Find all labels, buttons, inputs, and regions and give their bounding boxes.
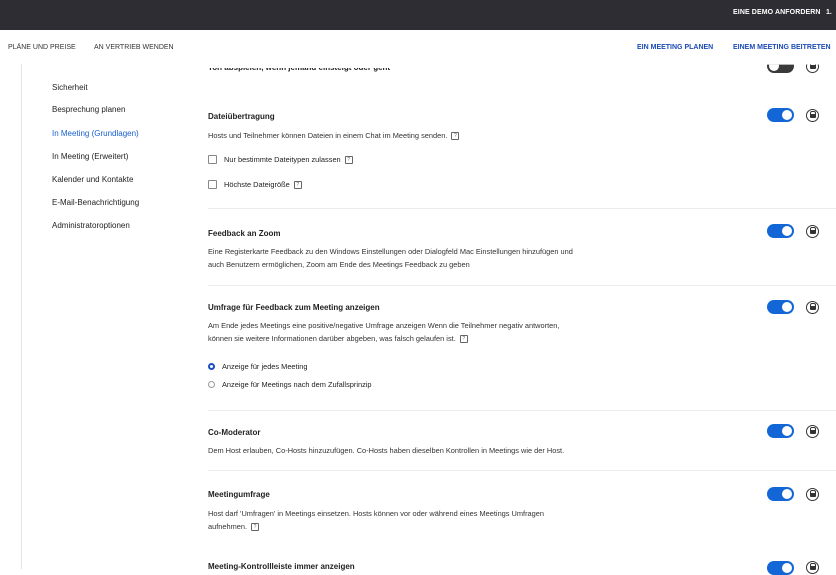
survey-every-meeting-label: Anzeige für jedes Meeting: [222, 362, 308, 371]
top-bar: EINE DEMO ANFORDERN 1.: [0, 0, 836, 30]
lock-icon[interactable]: [806, 425, 819, 438]
survey-desc-line1: Am Ende jedes Meetings eine positive/neg…: [208, 321, 560, 330]
polling-description: Host darf 'Umfragen' in Meetings einsetz…: [208, 507, 638, 533]
file-type-option[interactable]: Nur bestimmte Dateitypen zulassen?: [208, 155, 353, 164]
sidebar-item-schedule[interactable]: Besprechung planen: [52, 105, 125, 114]
feedback-desc-line2: auch Benutzern ermöglichen, Zoom am Ende…: [208, 260, 470, 269]
feedback-toggle[interactable]: [767, 224, 794, 238]
sidebar-divider: [21, 64, 22, 569]
max-file-size-checkbox[interactable]: [208, 180, 217, 189]
survey-description: Am Ende jedes Meetings eine positive/neg…: [208, 319, 638, 345]
survey-random-option[interactable]: Anzeige für Meetings nach dem Zufallspri…: [208, 380, 372, 389]
lock-icon[interactable]: [806, 488, 819, 501]
lock-icon[interactable]: [806, 561, 819, 574]
file-transfer-toggle[interactable]: [767, 108, 794, 122]
lock-icon[interactable]: [806, 109, 819, 122]
feedback-title: Feedback an Zoom: [208, 229, 281, 238]
co-host-toggle[interactable]: [767, 424, 794, 438]
section-divider: [208, 470, 836, 471]
max-file-size-option[interactable]: Höchste Dateigröße?: [208, 180, 302, 189]
file-transfer-title: Dateiübertragung: [208, 112, 275, 121]
max-file-size-label: Höchste Dateigröße: [224, 180, 290, 189]
co-host-description: Dem Host erlauben, Co-Hosts hinzuzufügen…: [208, 444, 668, 457]
feedback-desc-line1: Eine Registerkarte Feedback zu den Windo…: [208, 247, 573, 256]
next-setting-title: Meeting-Kontrollleiste immer anzeigen: [208, 562, 355, 571]
lock-icon[interactable]: [806, 301, 819, 314]
info-icon[interactable]: ?: [451, 132, 460, 141]
main-nav: PLÄNE UND PREISE AN VERTRIEB WENDEN EIN …: [0, 30, 836, 64]
survey-desc-line2: können sie weitere Informationen darüber…: [208, 334, 456, 343]
survey-random-label: Anzeige für Meetings nach dem Zufallspri…: [222, 380, 372, 389]
info-icon[interactable]: ?: [459, 335, 468, 344]
previous-setting-title: Ton abspielen, wenn jemand einsteigt ode…: [208, 63, 391, 72]
nav-join-meeting[interactable]: EINEM MEETING BEITRETEN: [733, 44, 831, 51]
survey-title: Umfrage für Feedback zum Meeting anzeige…: [208, 303, 380, 312]
section-divider: [208, 410, 836, 411]
polling-title: Meetingumfrage: [208, 490, 270, 499]
sidebar-item-admin[interactable]: Administratoroptionen: [52, 221, 130, 230]
radio-every-meeting[interactable]: [208, 363, 215, 370]
nav-contact-sales[interactable]: AN VERTRIEB WENDEN: [94, 44, 174, 51]
feedback-description: Eine Registerkarte Feedback zu den Windo…: [208, 245, 638, 271]
co-host-title: Co-Moderator: [208, 428, 261, 437]
section-divider: [208, 285, 836, 286]
polling-toggle[interactable]: [767, 487, 794, 501]
info-icon[interactable]: ?: [251, 523, 260, 532]
survey-every-meeting-option[interactable]: Anzeige für jedes Meeting: [208, 362, 307, 371]
info-icon[interactable]: ?: [344, 155, 353, 164]
phone-number: 1.: [826, 9, 832, 16]
request-demo-link[interactable]: EINE DEMO ANFORDERN: [733, 9, 821, 16]
file-transfer-desc-text: Hosts und Teilnehmer können Dateien in e…: [208, 131, 448, 140]
sidebar-item-in-meeting-advanced[interactable]: In Meeting (Erweitert): [52, 152, 128, 161]
file-transfer-description: Hosts und Teilnehmer können Dateien in e…: [208, 129, 638, 142]
sidebar-item-calendar[interactable]: Kalender und Kontakte: [52, 175, 133, 184]
survey-toggle[interactable]: [767, 300, 794, 314]
lock-icon[interactable]: [806, 225, 819, 238]
sidebar-item-email[interactable]: E-Mail-Benachrichtigung: [52, 198, 139, 207]
polling-desc-line1: Host darf 'Umfragen' in Meetings einsetz…: [208, 509, 544, 518]
file-type-label: Nur bestimmte Dateitypen zulassen: [224, 155, 341, 164]
nav-plans-pricing[interactable]: PLÄNE UND PREISE: [8, 44, 76, 51]
nav-schedule-meeting[interactable]: EIN MEETING PLANEN: [637, 44, 713, 51]
co-host-desc-text: Dem Host erlauben, Co-Hosts hinzuzufügen…: [208, 446, 565, 455]
next-setting-toggle[interactable]: [767, 561, 794, 575]
polling-desc-line2: aufnehmen.: [208, 522, 248, 531]
sidebar-item-in-meeting-basic[interactable]: In Meeting (Grundlagen): [52, 129, 139, 138]
section-divider: [208, 208, 836, 209]
radio-random[interactable]: [208, 381, 215, 388]
sidebar-item-security[interactable]: Sicherheit: [52, 83, 88, 92]
file-type-checkbox[interactable]: [208, 155, 217, 164]
info-icon[interactable]: ?: [293, 180, 302, 189]
